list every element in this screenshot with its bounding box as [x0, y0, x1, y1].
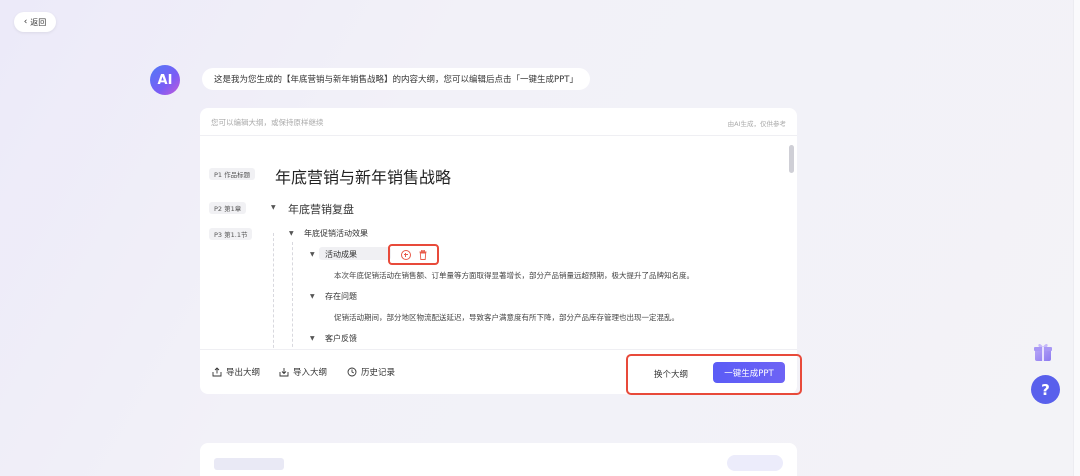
history-button[interactable]: 历史记录 [347, 366, 395, 378]
item-title[interactable]: 客户反馈 [325, 333, 357, 344]
export-label: 导出大纲 [226, 368, 261, 378]
trash-icon[interactable] [419, 249, 427, 260]
back-label: 返回 [30, 17, 47, 27]
action-buttons-highlight: 换个大纲 一键生成PPT [626, 354, 802, 395]
section-title[interactable]: 年底促销活动效果 [304, 228, 368, 239]
item-title[interactable]: 存在问题 [325, 291, 357, 302]
item-actions-highlight [388, 244, 439, 265]
item-content[interactable]: 本次年底促销活动在销售额、订单量等方面取得显著增长，部分产品销量远超预期，极大提… [334, 270, 694, 281]
page-scrollbar[interactable] [1073, 0, 1080, 476]
gift-icon[interactable] [1032, 341, 1054, 363]
import-label: 导入大纲 [293, 368, 328, 378]
outline-title[interactable]: 年底营销与新年销售战略 [275, 164, 451, 188]
chapter-title[interactable]: 年底营销复盘 [288, 201, 354, 217]
item-title[interactable]: 活动成果 [325, 249, 357, 260]
next-card-preview [200, 443, 797, 476]
placeholder-tag [214, 458, 284, 470]
ai-avatar: AI [150, 65, 180, 95]
section-collapse-icon[interactable]: ▼ [289, 231, 294, 237]
item-collapse-icon[interactable]: ▼ [310, 294, 315, 300]
item-collapse-icon[interactable]: ▼ [310, 336, 315, 342]
section-page-tag: P3 第1.1节 [209, 228, 253, 240]
change-outline-button[interactable]: 换个大纲 [640, 364, 702, 384]
history-label: 历史记录 [361, 368, 396, 378]
item-content[interactable]: 促销活动期间，部分地区物流配送延迟，导致客户满意度有所下降，部分产品库存管理也出… [334, 312, 679, 323]
export-outline-button[interactable]: 导出大纲 [212, 366, 260, 378]
add-circle-icon[interactable] [400, 249, 411, 260]
help-button[interactable]: ? [1031, 375, 1060, 404]
generate-ppt-button[interactable]: 一键生成PPT [713, 362, 785, 383]
chapter-page-tag: P2 第1章 [209, 202, 247, 214]
placeholder-button [727, 455, 783, 471]
clock-icon [347, 367, 357, 377]
ai-disclaimer: 由AI生成，仅供参考 [727, 120, 786, 128]
outline-scroll-area[interactable]: P1 作品标题 年底营销与新年销售战略 P2 第1章 ▼ 年底营销复盘 P3 第… [200, 137, 797, 349]
chevron-left-icon: ‹ [23, 16, 28, 27]
ai-message-bubble: 这是我为您生成的【年底营销与新年销售战略】的内容大纲，您可以编辑后点击「一键生成… [202, 68, 590, 90]
chapter-collapse-icon[interactable]: ▼ [271, 205, 276, 211]
import-icon [279, 368, 289, 377]
title-page-tag: P1 作品标题 [209, 168, 256, 180]
outline-editor-card: 您可以编辑大纲，或保持原样继续 由AI生成，仅供参考 P1 作品标题 年底营销与… [200, 108, 797, 394]
item-collapse-icon[interactable]: ▼ [310, 252, 315, 258]
editor-hint: 您可以编辑大纲，或保持原样继续 [211, 118, 324, 127]
card-header: 您可以编辑大纲，或保持原样继续 由AI生成，仅供参考 [200, 108, 797, 136]
tree-guide-line [292, 242, 293, 349]
import-outline-button[interactable]: 导入大纲 [279, 366, 327, 378]
back-button[interactable]: ‹ 返回 [14, 12, 56, 32]
export-icon [212, 367, 222, 377]
scrollbar-thumb[interactable] [789, 145, 794, 173]
tree-guide-line [273, 233, 274, 349]
